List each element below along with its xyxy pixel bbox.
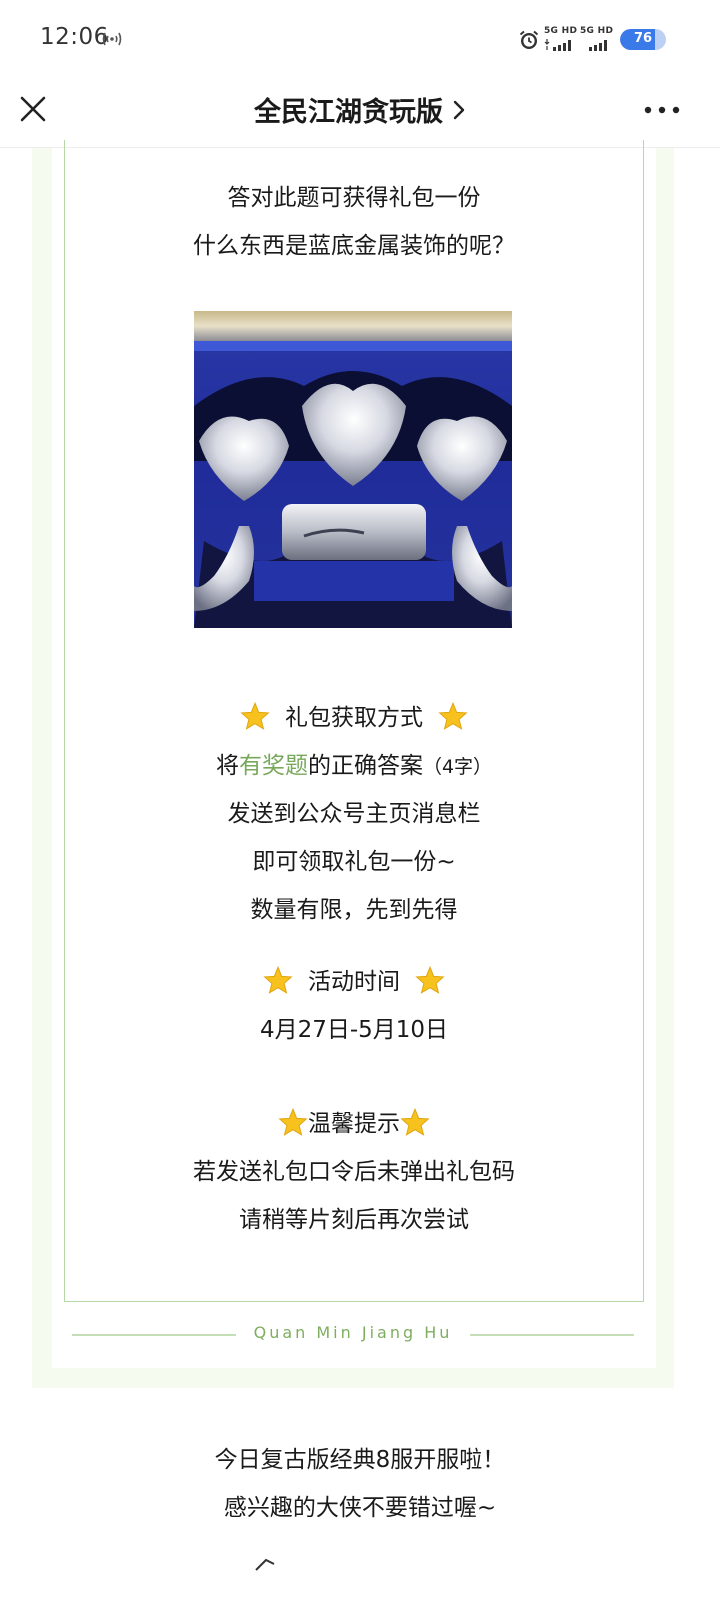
gift-line-suffix: 的正确答案	[307, 753, 423, 779]
star-icon	[438, 702, 468, 730]
activity-heading: 活动时间	[64, 962, 644, 996]
chevron-right-icon	[453, 100, 465, 119]
star-icon	[415, 966, 445, 994]
battery-icon: 76	[620, 29, 666, 50]
gift-method-line-3: 即可领取礼包一份~	[252, 849, 456, 875]
activity-title: 活动时间	[308, 969, 400, 995]
close-icon[interactable]	[16, 92, 50, 126]
star-icon	[278, 1108, 308, 1136]
network-label-2: 5G HD	[580, 26, 614, 36]
battery-level: 76	[633, 31, 653, 46]
star-icon	[263, 966, 293, 994]
star-icon	[240, 702, 270, 730]
gift-method-heading: 礼包获取方式	[64, 698, 644, 732]
gift-method-line-2: 发送到公众号主页消息栏	[227, 801, 481, 827]
alarm-icon	[519, 30, 539, 49]
gift-line-note: （4字）	[422, 756, 493, 778]
gift-method-title: 礼包获取方式	[285, 705, 423, 731]
tips-line-1: 若发送礼包口令后未弹出礼包码	[193, 1159, 515, 1185]
footer-brand: Quan Min Jiang Hu	[72, 1320, 634, 1350]
signal-icon-2: 5G HD	[580, 26, 616, 52]
quiz-intro: 答对此题可获得礼包一份	[227, 185, 481, 211]
status-time: 12:06	[40, 24, 109, 50]
more-icon[interactable]	[640, 98, 684, 122]
title-bar: 全民江湖贪玩版	[0, 80, 720, 148]
tips-title: 温馨提示	[308, 1111, 400, 1137]
puzzle-image	[194, 311, 512, 628]
activity-dates: 4月27日-5月10日	[259, 1017, 449, 1043]
partial-graphic-icon	[255, 1558, 275, 1571]
signal-bars-1-icon	[544, 39, 571, 51]
announcement-line-2: 感兴趣的大侠不要错过喔~	[223, 1495, 497, 1521]
quiz-question: 什么东西是蓝底金属装饰的呢？	[193, 233, 515, 259]
gift-method-line-1: 将有奖题的正确答案（4字）	[64, 746, 644, 780]
network-label-1: 5G HD	[544, 26, 578, 36]
hotspot-icon	[102, 32, 122, 46]
gift-line-prefix: 将	[215, 753, 239, 779]
footer-divider-left	[72, 1334, 236, 1336]
announcement-line-1: 今日复古版经典8服开服啦！	[214, 1447, 506, 1473]
status-bar: 12:06 5G HD 5G HD 76	[0, 0, 720, 80]
footer-brand-text: Quan Min Jiang Hu	[253, 1323, 453, 1342]
footer-divider-right	[470, 1334, 634, 1336]
tips-line-2: 请稍等片刻后再次尝试	[239, 1207, 469, 1233]
tips-heading: 温馨提示	[64, 1104, 644, 1138]
signal-icon-1: 5G HD	[544, 26, 580, 52]
gift-method-line-4: 数量有限，先到先得	[250, 897, 458, 923]
account-title-button[interactable]: 全民江湖贪玩版	[160, 90, 560, 130]
gift-line-highlight: 有奖题	[238, 753, 308, 779]
star-icon	[400, 1108, 430, 1136]
signal-bars-2-icon	[589, 40, 607, 51]
page-title: 全民江湖贪玩版	[253, 97, 443, 128]
